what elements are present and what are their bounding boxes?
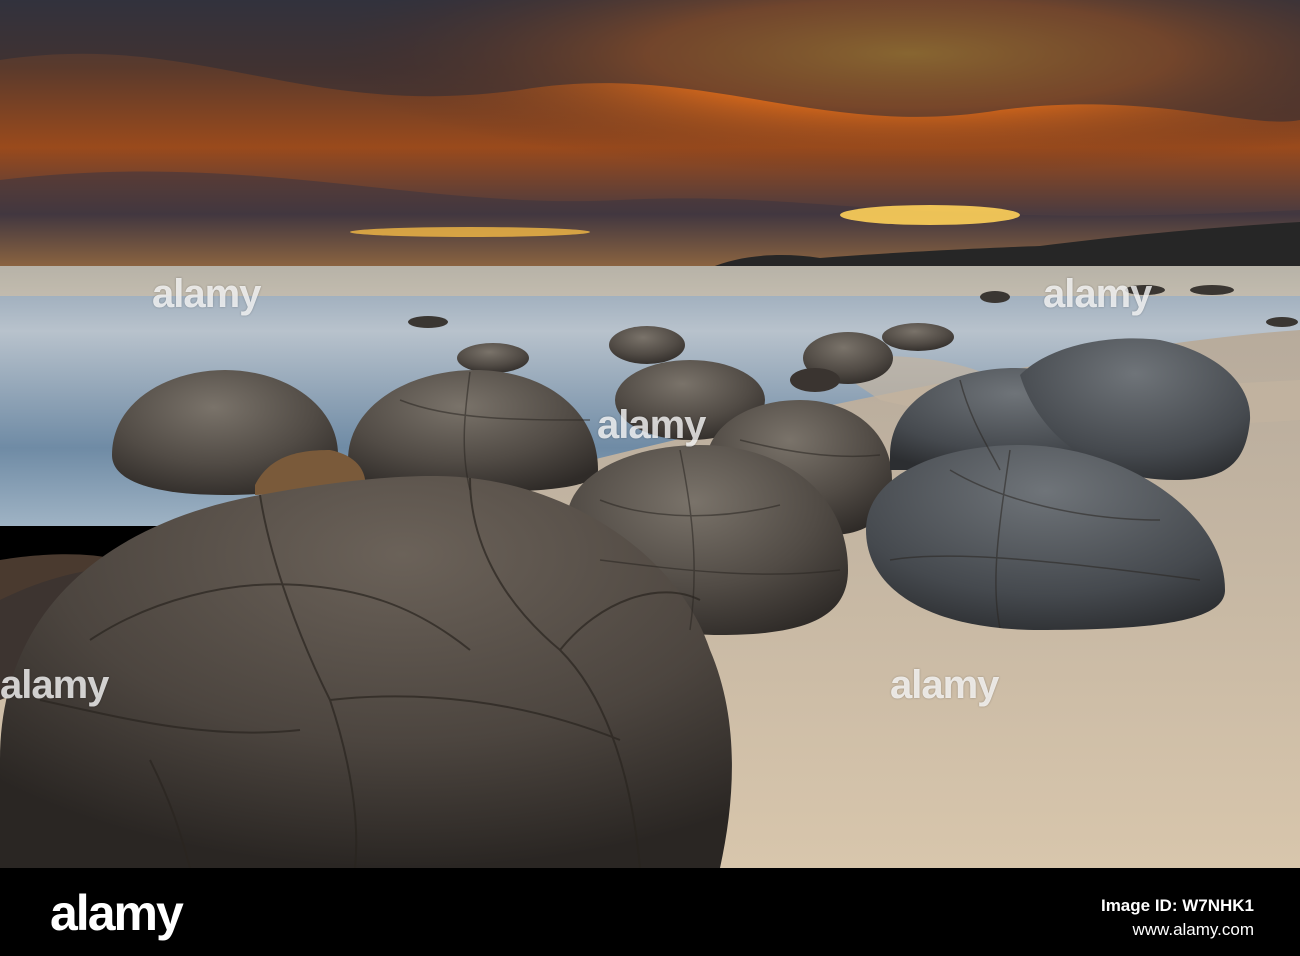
- footer-logo: alamy: [50, 885, 184, 941]
- footer-meta: Image ID: W7NHK1 www.alamy.com: [1101, 894, 1254, 942]
- image-id: Image ID: W7NHK1: [1100, 896, 1254, 915]
- site-url: www.alamy.com: [1132, 920, 1254, 939]
- photo-stage: alamy alamy alamy alamy alamy alamy Imag…: [0, 0, 1300, 956]
- beach-boulders-photo: [0, 0, 1300, 868]
